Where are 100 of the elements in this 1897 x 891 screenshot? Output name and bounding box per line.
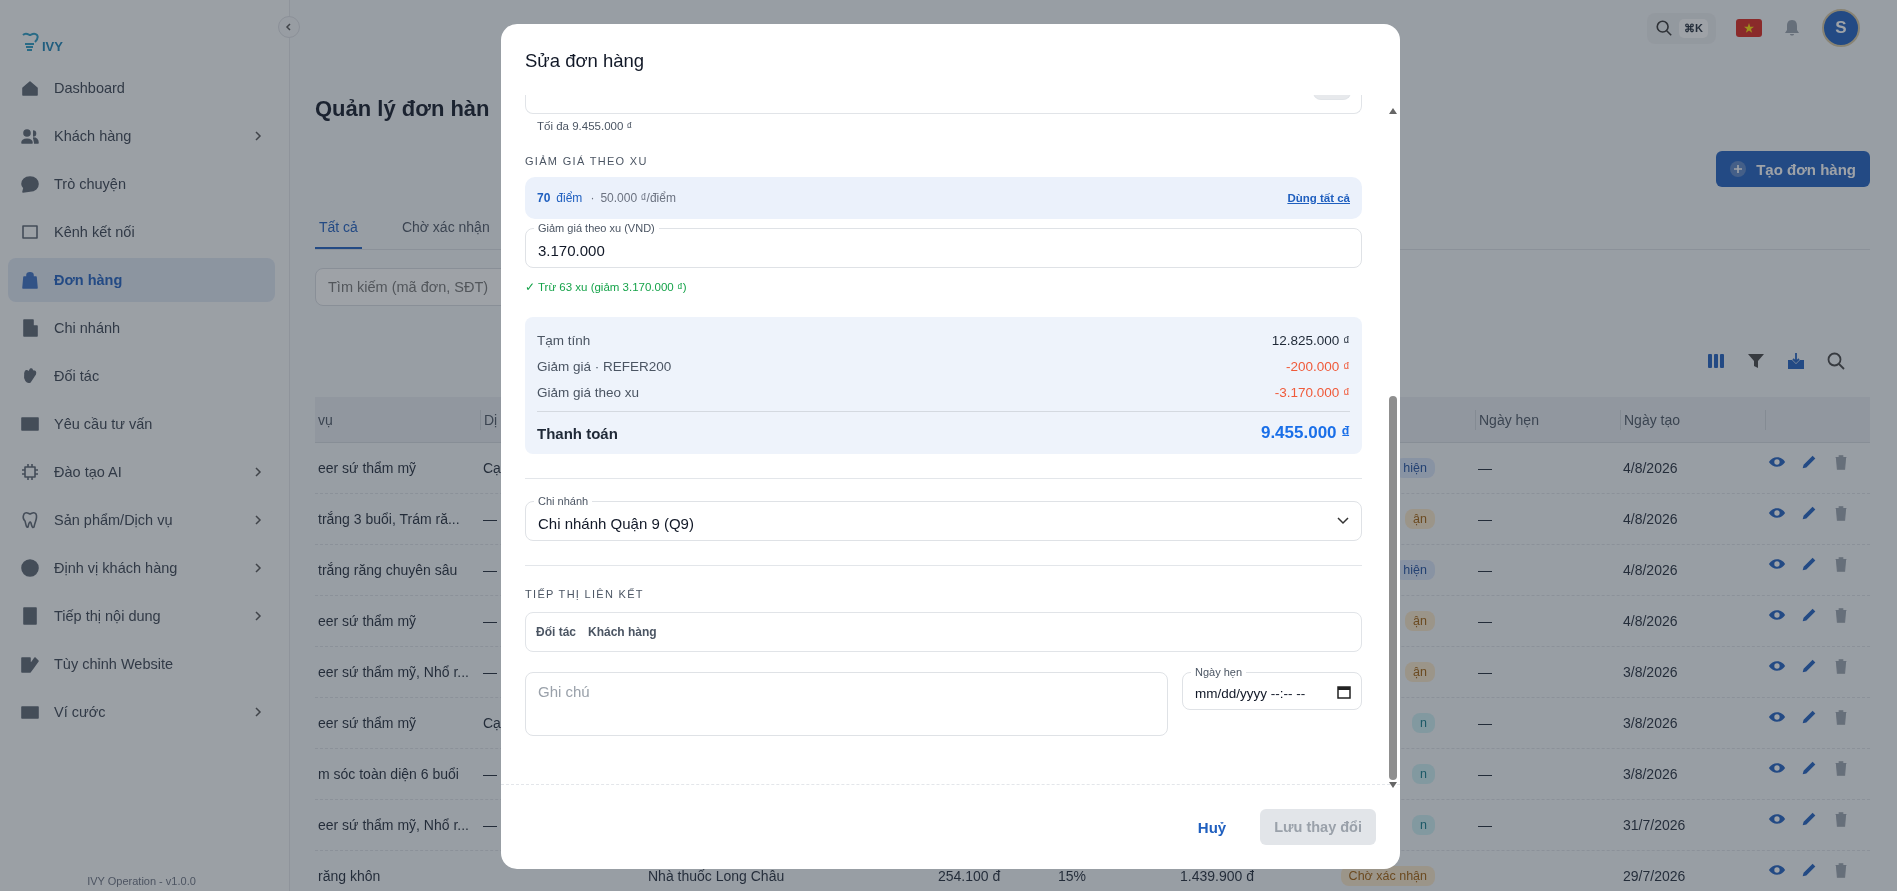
chevron-down-icon [1337,517,1349,525]
create-order-button[interactable]: Tạo đơn hàng [1716,151,1870,187]
scrollbar[interactable] [1388,108,1398,788]
cancel-button[interactable]: Huỷ [1187,810,1237,844]
table-cell: 1.439.900 đ [1180,868,1254,884]
summary-label: Giảm giá · REFER200 [537,358,672,374]
input-field[interactable] [525,95,1362,114]
table-cell: 4/8/2026 [1623,613,1678,629]
table-cell: eer sứ thẩm mỹ [318,613,417,629]
chevron-left-icon [284,22,294,32]
summary-value: -3.170.000 ₫ [1274,384,1350,400]
table-cell: trắng 3 buổi, Trám ră... [318,511,460,527]
pencil-icon[interactable] [1800,861,1818,879]
scroll-up-arrow-icon[interactable] [1389,108,1397,114]
note-field[interactable]: Ghi chú [525,672,1168,736]
scroll-down-arrow-icon[interactable] [1389,782,1397,788]
dialog-title: Sửa đơn hàng [525,50,645,71]
pencil-icon[interactable] [1800,606,1818,624]
page-title: Quản lý đơn hàn [315,96,490,122]
status-badge: n [1412,764,1435,784]
sidebar-item[interactable]: Dashboard [8,66,275,110]
table-cell: — [483,613,497,629]
pencil-icon[interactable] [1800,555,1818,573]
sidebar-item[interactable]: Định vị khách hàng [8,546,275,590]
column-header: Ngày tạo [1624,411,1681,428]
table-cell: — [1478,766,1492,782]
field-label: Chi nhánh [534,494,593,508]
table-cell: 31/7/2026 [1623,817,1686,833]
table-cell: — [1478,460,1492,476]
sidebar-item[interactable]: Đơn hàng [8,258,275,302]
table-cell: eer sứ thẩm mỹ [318,715,417,731]
table-cell: — [1478,664,1492,680]
pencil-icon[interactable] [1800,759,1818,777]
sidebar-item[interactable]: Tiếp thị nội dung [8,594,275,638]
total-value: 9.455.000 ₫ [1260,423,1350,443]
table-cell: 3/8/2026 [1623,715,1678,731]
points-value: 70 [537,191,551,205]
flag-icon[interactable] [1736,19,1762,37]
filter-icon[interactable] [1746,351,1766,371]
columns-icon[interactable] [1706,351,1726,371]
table-cell: 4/8/2026 [1623,511,1678,527]
summary-value: -200.000 ₫ [1286,358,1350,374]
table-cell: m sóc toàn diện 6 buổi [318,766,459,782]
sidebar-item[interactable]: Tùy chỉnh Website [8,642,275,686]
affiliate-option[interactable]: Đối tác [532,621,580,643]
table-cell: 3/8/2026 [1623,766,1678,782]
table-cell: trắng răng chuyên sâu [318,562,458,578]
table-cell: 15% [1058,868,1087,884]
table-cell: Nhà thuốc Long Châu [648,868,785,884]
sidebar-item[interactable]: Đào tạo AI [8,450,275,494]
status-badge: ận [1405,662,1435,682]
affiliate-option[interactable]: Khách hàng [584,621,661,643]
sidebar-item[interactable]: Kênh kết nối [8,210,275,254]
avatar[interactable]: S [1822,9,1860,47]
status-badge: ận [1405,509,1435,529]
points-unit: điểm [556,191,583,205]
status-badge: n [1412,713,1435,733]
tab[interactable]: Chờ xác nhận [397,211,494,249]
pencil-icon[interactable] [1800,504,1818,522]
use-all-link[interactable]: Dùng tất cả [1287,192,1350,204]
table-cell: — [483,817,497,833]
tooth-icon [20,510,40,530]
table-cell: Cạ [483,715,501,731]
building-icon [20,318,40,338]
download-icon[interactable] [1786,351,1806,371]
bell-icon[interactable] [1782,18,1802,38]
pencil-icon[interactable] [1800,453,1818,471]
search-icon[interactable] [1826,351,1846,371]
column-header: Ngày hẹn [1479,411,1539,428]
logo-text: IVY [42,39,63,54]
pencil-icon[interactable] [1800,657,1818,675]
chat-bubble-icon [20,174,40,194]
table-cell: — [1478,613,1492,629]
table-cell: — [1478,715,1492,731]
collapse-sidebar-button[interactable] [278,16,300,38]
version-text: IVY Operation - v1.0.0 [86,875,197,889]
pencil-icon[interactable] [1800,708,1818,726]
table-cell: — [1478,817,1492,833]
sidebar-item[interactable]: Trò chuyện [8,162,275,206]
sidebar-item[interactable]: Chi nhánh [8,306,275,350]
tooth-logo-icon [20,32,40,54]
table-cell: răng khôn [318,868,381,884]
table-cell: 4/8/2026 [1623,562,1678,578]
sidebar-item[interactable]: Khách hàng [8,114,275,158]
table-cell: eer sứ thẩm mỹ [318,460,417,476]
sidebar-item[interactable]: Đối tác [8,354,275,398]
sidebar-item[interactable]: Sản phẩm/Dịch vụ [8,498,275,542]
field-label: Giảm giá theo xu (VND) [534,221,659,235]
table-cell: — [1478,562,1492,578]
sidebar-item[interactable]: Yêu cầu tư vấn [8,402,275,446]
summary-label: Giảm giá theo xu [537,384,640,400]
tab[interactable]: Tất cả [315,211,362,249]
column-header: Dị [484,411,498,428]
table-cell: — [483,511,497,527]
total-label: Thanh toán [537,424,618,442]
table-cell: 3/8/2026 [1623,664,1678,680]
sidebar-item[interactable]: Ví cước [8,690,275,734]
table-cell: 29/7/2026 [1623,868,1686,884]
search-button[interactable]: ⌘K [1647,12,1716,44]
pencil-icon[interactable] [1800,810,1818,828]
